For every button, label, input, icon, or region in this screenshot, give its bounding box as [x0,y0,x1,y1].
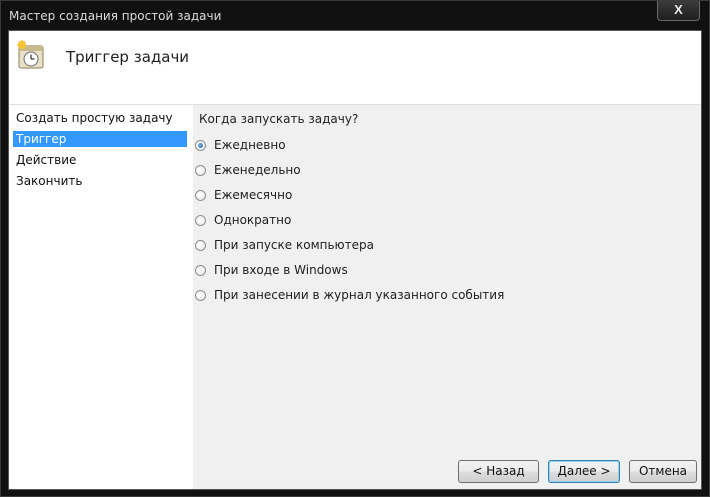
radio-button[interactable] [195,214,206,226]
radio-label[interactable]: Ежемесячно [214,188,292,202]
cancel-button[interactable]: Отмена [629,460,697,483]
radio-option-weekly[interactable]: Еженедельно [195,162,301,178]
radio-label[interactable]: Еженедельно [214,163,301,177]
radio-button[interactable] [195,264,206,276]
radio-label[interactable]: Ежедневно [214,138,286,152]
sidebar-item-trigger[interactable]: Триггер [13,131,187,147]
wizard-header: Триггер задачи [9,31,701,105]
wizard-client-area: Триггер задачи Создать простую задачу Тр… [8,30,702,490]
sidebar-item-action[interactable]: Действие [13,152,187,168]
radio-option-on-startup[interactable]: При запуске компьютера [195,237,374,253]
wizard-steps-sidebar: Создать простую задачу Триггер Действие … [9,105,193,489]
radio-button[interactable] [195,289,206,301]
radio-button-checked[interactable] [195,139,206,151]
radio-button[interactable] [195,239,206,251]
next-button[interactable]: Далее > [548,460,620,483]
close-button[interactable]: X [657,1,700,21]
back-button[interactable]: < Назад [458,460,539,483]
radio-option-on-event[interactable]: При занесении в журнал указанного событи… [195,287,504,303]
radio-label[interactable]: При занесении в журнал указанного событи… [214,288,504,302]
radio-button[interactable] [195,164,206,176]
sidebar-item-finish[interactable]: Закончить [13,173,187,189]
window-title: Мастер создания простой задачи [9,9,222,23]
radio-option-monthly[interactable]: Ежемесячно [195,187,292,203]
radio-label[interactable]: Однократно [214,213,291,227]
task-scheduler-clock-icon [17,40,44,69]
sidebar-item-create-task[interactable]: Создать простую задачу [13,110,187,126]
wizard-window: Мастер создания простой задачи X Триггер… [0,0,710,497]
trigger-question-label: Когда запускать задачу? [199,112,359,126]
radio-option-once[interactable]: Однократно [195,212,291,228]
radio-option-daily[interactable]: Ежедневно [195,137,286,153]
radio-button[interactable] [195,189,206,201]
radio-label[interactable]: При входе в Windows [214,263,348,277]
page-title: Триггер задачи [66,48,190,66]
radio-option-on-logon[interactable]: При входе в Windows [195,262,348,278]
title-bar[interactable]: Мастер создания простой задачи X [1,1,709,31]
radio-label[interactable]: При запуске компьютера [214,238,374,252]
